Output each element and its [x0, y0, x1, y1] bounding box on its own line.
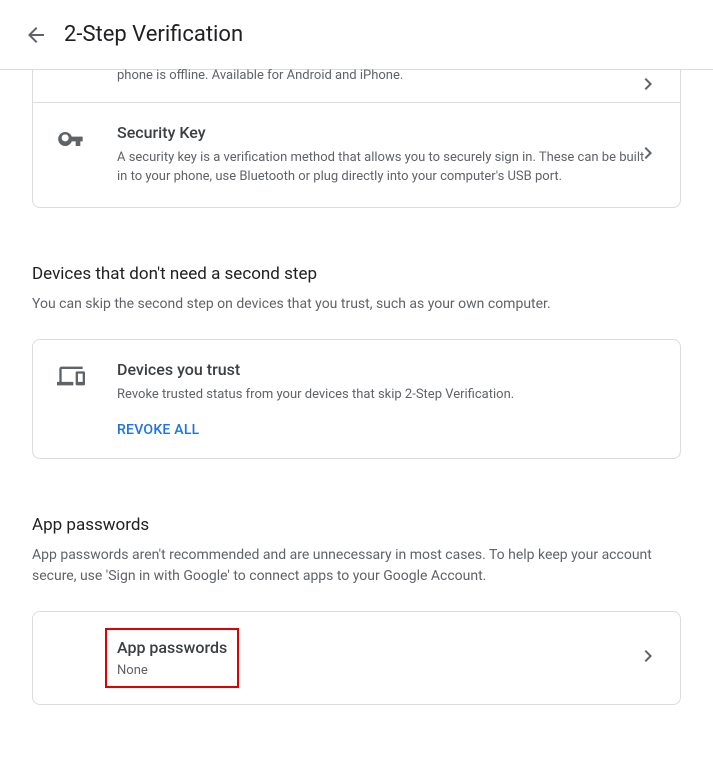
second-step-methods-card: phone is offline. Available for Android …	[32, 70, 681, 208]
chevron-right-icon	[636, 644, 660, 672]
page-header: 2-Step Verification	[0, 0, 713, 70]
app-passwords-card: App passwords None	[32, 611, 681, 705]
devices-section-desc: You can skip the second step on devices …	[32, 294, 681, 315]
revoke-all-button[interactable]: REVOKE ALL	[117, 422, 656, 438]
chevron-right-icon	[636, 72, 660, 100]
page-title: 2-Step Verification	[64, 22, 243, 47]
devices-section-title: Devices that don't need a second step	[32, 264, 681, 284]
security-key-row[interactable]: Security Key A security key is a verific…	[33, 102, 680, 207]
app-passwords-row[interactable]: App passwords None	[33, 612, 680, 704]
app-passwords-title: App passwords	[117, 638, 227, 657]
security-key-title: Security Key	[117, 123, 656, 142]
back-button[interactable]	[16, 15, 56, 55]
chevron-right-icon	[636, 141, 660, 169]
authenticator-app-row[interactable]: phone is offline. Available for Android …	[33, 70, 680, 102]
devices-trust-card: Devices you trust Revoke trusted status …	[32, 339, 681, 460]
app-passwords-section-desc: App passwords aren't recommended and are…	[32, 545, 681, 587]
devices-trust-title: Devices you trust	[117, 360, 656, 379]
authenticator-icon	[57, 70, 97, 72]
app-passwords-count: None	[117, 663, 227, 678]
authenticator-desc: phone is offline. Available for Android …	[117, 66, 656, 86]
devices-trust-desc: Revoke trusted status from your devices …	[117, 385, 656, 405]
app-passwords-section-title: App passwords	[32, 515, 681, 535]
arrow-back-icon	[24, 23, 48, 47]
highlight-annotation: App passwords None	[105, 628, 239, 688]
devices-trust-row: Devices you trust Revoke trusted status …	[33, 340, 680, 459]
security-key-desc: A security key is a verification method …	[117, 148, 656, 187]
devices-icon	[57, 360, 97, 390]
key-icon	[57, 123, 97, 153]
